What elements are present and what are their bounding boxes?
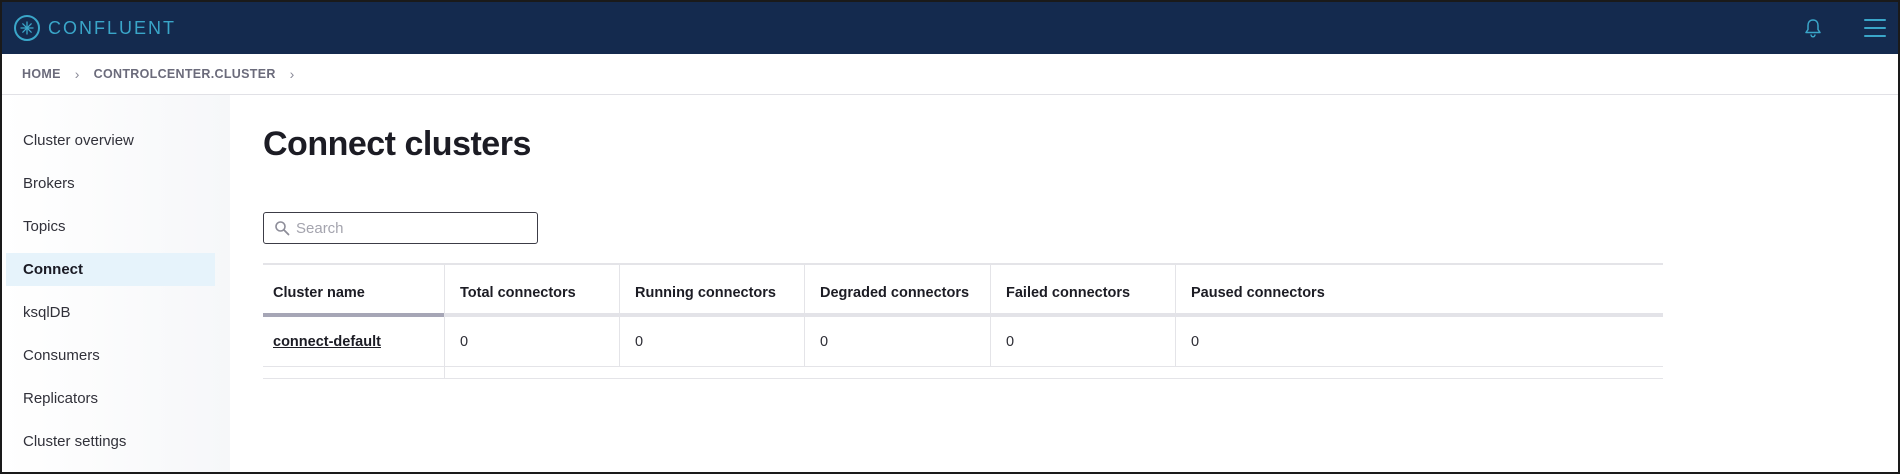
column-header-cluster-name[interactable]: Cluster name bbox=[263, 265, 444, 313]
sidebar-item-brokers[interactable]: Brokers bbox=[6, 167, 215, 200]
bell-icon[interactable] bbox=[1802, 17, 1824, 39]
table-filler-row bbox=[263, 367, 1663, 379]
app-window: CONFLUENT HOME › CONTROLCENTER.CLUSTER ›… bbox=[0, 0, 1900, 474]
brand-logo[interactable]: CONFLUENT bbox=[14, 15, 176, 41]
breadcrumb-chevron-icon: › bbox=[74, 66, 80, 82]
sidebar-item-cluster-overview[interactable]: Cluster overview bbox=[6, 124, 215, 157]
connect-clusters-table: Cluster name Total connectors Running co… bbox=[263, 263, 1663, 379]
table-row: connect-default 0 0 0 0 0 bbox=[263, 317, 1663, 367]
column-header-failed-connectors[interactable]: Failed connectors bbox=[990, 265, 1175, 313]
table-cell-cluster-name: connect-default bbox=[263, 317, 444, 366]
search-icon bbox=[274, 220, 290, 236]
column-header-paused-connectors[interactable]: Paused connectors bbox=[1175, 265, 1663, 313]
breadcrumb-chevron-icon: › bbox=[289, 66, 295, 82]
column-header-total-connectors[interactable]: Total connectors bbox=[444, 265, 619, 313]
hamburger-menu-icon[interactable] bbox=[1864, 17, 1886, 39]
cluster-name-link[interactable]: connect-default bbox=[273, 334, 381, 350]
table-cell-running: 0 bbox=[619, 317, 804, 366]
sidebar-item-ksqldb[interactable]: ksqlDB bbox=[6, 296, 215, 329]
breadcrumb-home[interactable]: HOME bbox=[22, 67, 61, 81]
sidebar-item-replicators[interactable]: Replicators bbox=[6, 382, 215, 415]
search-box[interactable] bbox=[263, 212, 538, 244]
column-header-degraded-connectors[interactable]: Degraded connectors bbox=[804, 265, 990, 313]
table-cell-degraded: 0 bbox=[804, 317, 990, 366]
confluent-logo-icon bbox=[14, 15, 40, 41]
sidebar-item-topics[interactable]: Topics bbox=[6, 210, 215, 243]
filler-cell bbox=[444, 367, 619, 378]
table-header-row: Cluster name Total connectors Running co… bbox=[263, 265, 1663, 317]
table-cell-paused: 0 bbox=[1175, 317, 1663, 366]
sidebar-item-cluster-settings[interactable]: Cluster settings bbox=[6, 425, 215, 458]
breadcrumb: HOME › CONTROLCENTER.CLUSTER › bbox=[2, 54, 1898, 95]
table-cell-total: 0 bbox=[444, 317, 619, 366]
page-title: Connect clusters bbox=[263, 125, 531, 163]
filler-cell bbox=[263, 367, 444, 378]
brand-name: CONFLUENT bbox=[48, 17, 177, 38]
column-header-running-connectors[interactable]: Running connectors bbox=[619, 265, 804, 313]
table-cell-failed: 0 bbox=[990, 317, 1175, 366]
search-input[interactable] bbox=[296, 219, 516, 237]
breadcrumb-cluster[interactable]: CONTROLCENTER.CLUSTER bbox=[94, 67, 276, 81]
sidebar-item-consumers[interactable]: Consumers bbox=[6, 339, 215, 372]
sidebar: Cluster overview Brokers Topics Connect … bbox=[2, 95, 230, 472]
main-content: Connect clusters Cluster name Total conn… bbox=[230, 95, 1898, 472]
top-bar: CONFLUENT bbox=[2, 2, 1898, 54]
sidebar-item-connect[interactable]: Connect bbox=[6, 253, 215, 286]
